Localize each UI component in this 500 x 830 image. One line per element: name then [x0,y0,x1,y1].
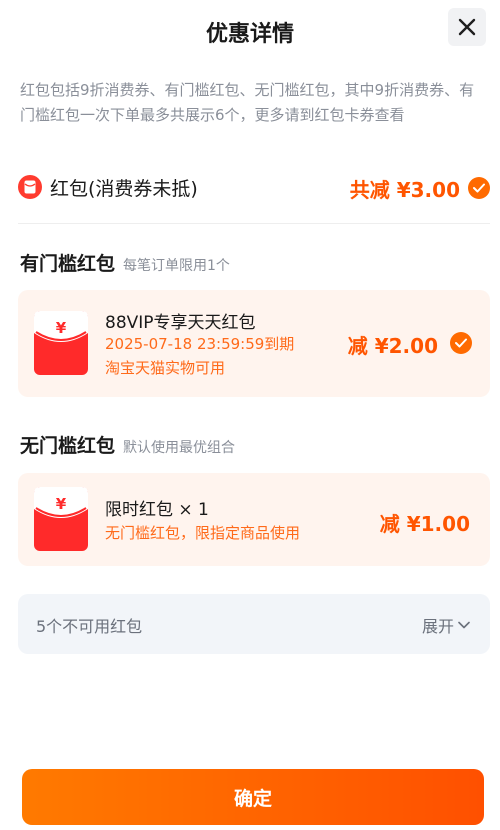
expand-label: 展开 [421,617,454,636]
check-icon[interactable] [468,177,490,199]
red-envelope-icon: ¥ [34,487,88,551]
summary-label: 红包(消费券未抵) [50,178,198,200]
card-expiry: 2025-07-18 23:59:59到期 [105,335,295,353]
threshold-section-title: 有门槛红包 [20,253,116,275]
nothreshold-redpacket-card[interactable]: ¥ 限时红包 × 1 无门槛红包，限指定商品使用 减 ¥1.00 [18,473,490,566]
nothreshold-section-head: 无门槛红包 默认使用最优组合 [20,431,235,458]
threshold-section-subtitle: 每笔订单限用1个 [123,258,230,274]
divider [18,223,490,224]
nothreshold-section-subtitle: 默认使用最优组合 [123,440,236,456]
nothreshold-section-title: 无门槛红包 [20,435,116,457]
svg-text:¥: ¥ [56,495,67,513]
intro-text: 红包包括9折消费券、有门槛红包、无门槛红包，其中9折消费券、有门槛红包一次下单最… [20,81,475,124]
confirm-button[interactable]: 确定 [22,769,484,825]
red-packet-icon [18,175,42,199]
red-envelope-icon: ¥ [34,311,88,375]
threshold-section-head: 有门槛红包 每笔订单限用1个 [20,249,230,276]
card-amount: 减 ¥1.00 [379,512,470,536]
card-amount: 减 ¥2.00 [347,334,438,358]
card-scope: 淘宝天猫实物可用 [105,359,226,377]
card-name: 限时红包 × 1 [105,500,209,520]
card-name: 88VIP专享天天红包 [105,313,256,333]
chevron-down-icon [458,621,470,629]
unavailable-redpackets-row[interactable]: 5个不可用红包 展开 [18,594,490,654]
page-title: 优惠详情 [205,22,294,47]
threshold-redpacket-card[interactable]: ¥ 88VIP专享天天红包 2025-07-18 23:59:59到期 淘宝天猫… [18,290,490,397]
summary-amount: 共减 ¥3.00 [349,178,460,202]
close-button[interactable] [448,8,486,46]
card-desc: 无门槛红包，限指定商品使用 [105,524,301,542]
close-icon [458,18,476,36]
check-icon[interactable] [450,332,472,354]
svg-text:¥: ¥ [56,319,67,337]
expand-button[interactable]: 展开 [422,613,470,637]
redpacket-summary: 红包(消费券未抵) 共减 ¥3.00 [18,170,490,206]
header: 优惠详情 [0,0,500,64]
unavailable-count: 5个不可用红包 [36,617,143,636]
